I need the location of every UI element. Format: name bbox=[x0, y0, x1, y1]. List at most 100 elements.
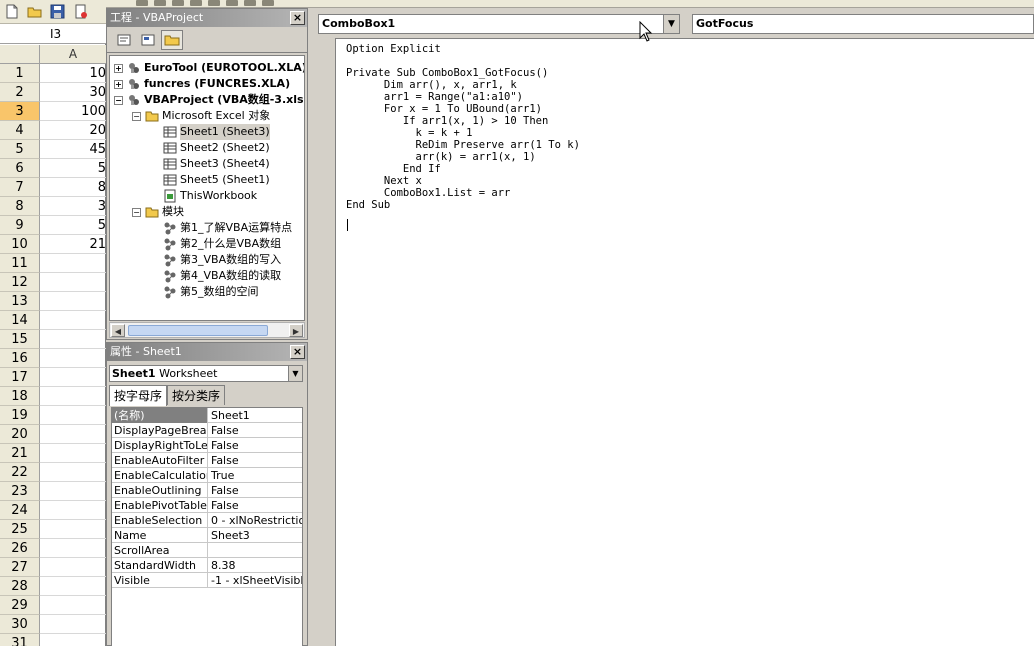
row-header[interactable]: 25 bbox=[0, 520, 40, 539]
cell-a[interactable] bbox=[41, 425, 106, 444]
cell-a[interactable] bbox=[41, 349, 106, 368]
row-header[interactable]: 31 bbox=[0, 634, 40, 646]
cell-a[interactable] bbox=[41, 254, 106, 273]
view-code-icon[interactable] bbox=[113, 30, 135, 50]
row-header[interactable]: 29 bbox=[0, 596, 40, 615]
cell-a[interactable] bbox=[41, 444, 106, 463]
row-header[interactable]: 11 bbox=[0, 254, 40, 273]
property-row[interactable]: DisplayRightToLeft False bbox=[112, 438, 302, 453]
tree-node[interactable]: − Microsoft Excel 对象 bbox=[132, 108, 270, 124]
row-header[interactable]: 18 bbox=[0, 387, 40, 406]
property-value[interactable]: 0 - xlNoRestrictions bbox=[209, 513, 302, 528]
property-value[interactable]: False bbox=[209, 498, 302, 513]
select-all-corner[interactable] bbox=[0, 45, 40, 64]
cell-a[interactable] bbox=[41, 273, 106, 292]
cell-a[interactable]: 3 bbox=[41, 197, 106, 216]
row-header[interactable]: 19 bbox=[0, 406, 40, 425]
view-object-icon[interactable] bbox=[137, 30, 159, 50]
row-header[interactable]: 6 bbox=[0, 159, 40, 178]
property-row[interactable]: DisplayPageBreaksFalse bbox=[112, 423, 302, 438]
tree-node[interactable]: Sheet2 (Sheet2) bbox=[150, 140, 270, 156]
cell-a[interactable]: 8 bbox=[41, 178, 106, 197]
property-value[interactable] bbox=[209, 543, 302, 558]
chevron-down-icon[interactable]: ▼ bbox=[663, 15, 679, 33]
vbe-toolbar-buttons[interactable] bbox=[136, 0, 274, 7]
property-row[interactable]: ScrollArea bbox=[112, 543, 302, 558]
property-value[interactable]: False bbox=[209, 483, 302, 498]
row-header[interactable]: 22 bbox=[0, 463, 40, 482]
tree-node[interactable]: Sheet3 (Sheet4) bbox=[150, 156, 270, 172]
property-row[interactable]: (名称) Sheet1 bbox=[112, 408, 302, 423]
row-header[interactable]: 7 bbox=[0, 178, 40, 197]
project-close-button[interactable]: × bbox=[290, 11, 305, 25]
cell-a[interactable]: 21 bbox=[41, 235, 106, 254]
open-folder-icon[interactable] bbox=[26, 3, 43, 20]
cell-a[interactable] bbox=[41, 292, 106, 311]
tree-node[interactable]: Sheet5 (Sheet1) bbox=[150, 172, 270, 188]
property-row[interactable]: EnableAutoFilter False bbox=[112, 453, 302, 468]
cell-a[interactable] bbox=[41, 615, 106, 634]
chevron-down-icon[interactable]: ▼ bbox=[288, 366, 302, 381]
tree-node[interactable]: 第5_数组的空间 bbox=[150, 284, 259, 300]
row-header[interactable]: 10 bbox=[0, 235, 40, 254]
row-header[interactable]: 16 bbox=[0, 349, 40, 368]
scroll-right-arrow-icon[interactable]: ▶ bbox=[289, 324, 303, 337]
tab-alphabetic[interactable]: 按字母序 bbox=[109, 385, 168, 406]
permission-icon[interactable] bbox=[72, 3, 89, 20]
property-row[interactable]: EnablePivotTable False bbox=[112, 498, 302, 513]
cell-a[interactable] bbox=[41, 501, 106, 520]
cell-a[interactable]: 10 bbox=[41, 64, 106, 83]
expand-icon[interactable]: + bbox=[114, 63, 123, 73]
row-header[interactable]: 3 bbox=[0, 102, 40, 121]
property-value[interactable]: 8.38 bbox=[209, 558, 302, 573]
code-margin-indicator-bar[interactable] bbox=[314, 38, 336, 646]
property-row[interactable]: Name Sheet3 bbox=[112, 528, 302, 543]
cell-a[interactable] bbox=[41, 539, 106, 558]
cell-a[interactable]: 20 bbox=[41, 121, 106, 140]
property-value[interactable]: False bbox=[209, 423, 302, 438]
row-header[interactable]: 9 bbox=[0, 216, 40, 235]
properties-object-select[interactable]: Sheet1 Worksheet ▼ bbox=[109, 365, 303, 382]
properties-close-button[interactable]: × bbox=[290, 345, 305, 359]
collapse-icon[interactable]: − bbox=[114, 95, 123, 105]
row-header[interactable]: 17 bbox=[0, 368, 40, 387]
property-row[interactable]: EnableOutlining False bbox=[112, 483, 302, 498]
tree-node[interactable]: + EuroTool (EUROTOOL.XLA) bbox=[114, 60, 304, 76]
row-header[interactable]: 27 bbox=[0, 558, 40, 577]
collapse-icon[interactable]: − bbox=[132, 111, 141, 121]
tree-node[interactable]: 第4_VBA数组的读取 bbox=[150, 268, 281, 284]
row-header[interactable]: 23 bbox=[0, 482, 40, 501]
tree-node[interactable]: 第3_VBA数组的写入 bbox=[150, 252, 281, 268]
project-tree-scrollbar[interactable]: ◀ ▶ bbox=[109, 322, 305, 338]
cell-a[interactable] bbox=[41, 387, 106, 406]
tab-categorized[interactable]: 按分类序 bbox=[167, 385, 226, 405]
tree-node[interactable]: Sheet1 (Sheet3) bbox=[150, 124, 270, 140]
property-value[interactable]: Sheet3 bbox=[209, 528, 302, 543]
new-file-icon[interactable] bbox=[3, 3, 20, 20]
tree-node[interactable]: 第1_了解VBA运算特点 bbox=[150, 220, 292, 236]
code-editor[interactable]: Option Explicit Private Sub ComboBox1_Got… bbox=[336, 38, 1034, 646]
property-row[interactable]: StandardWidth 8.38 bbox=[112, 558, 302, 573]
tree-node[interactable]: − VBAProject (VBA数组-3.xls) bbox=[114, 92, 304, 108]
collapse-icon[interactable]: − bbox=[132, 207, 141, 217]
property-row[interactable]: EnableSelection0 - xlNoRestrictions bbox=[112, 513, 302, 528]
cell-a[interactable] bbox=[41, 558, 106, 577]
save-icon[interactable] bbox=[49, 3, 66, 20]
row-header[interactable]: 21 bbox=[0, 444, 40, 463]
property-value[interactable]: -1 - xlSheetVisible bbox=[209, 573, 302, 588]
row-header[interactable]: 2 bbox=[0, 83, 40, 102]
expand-icon[interactable]: + bbox=[114, 79, 123, 89]
row-header[interactable]: 30 bbox=[0, 615, 40, 634]
tree-node[interactable]: 第2_什么是VBA数组 bbox=[150, 236, 281, 252]
procedure-dropdown[interactable]: GotFocus bbox=[692, 14, 1034, 34]
cell-a[interactable] bbox=[41, 406, 106, 425]
cell-a[interactable]: 100 bbox=[41, 102, 106, 121]
row-header[interactable]: 12 bbox=[0, 273, 40, 292]
row-header[interactable]: 5 bbox=[0, 140, 40, 159]
row-header[interactable]: 14 bbox=[0, 311, 40, 330]
tree-node[interactable]: − 模块 bbox=[132, 204, 184, 220]
property-value[interactable]: False bbox=[209, 453, 302, 468]
cell-a[interactable]: 30 bbox=[41, 83, 106, 102]
cell-a[interactable]: 5 bbox=[41, 159, 106, 178]
scroll-thumb[interactable] bbox=[128, 325, 268, 336]
